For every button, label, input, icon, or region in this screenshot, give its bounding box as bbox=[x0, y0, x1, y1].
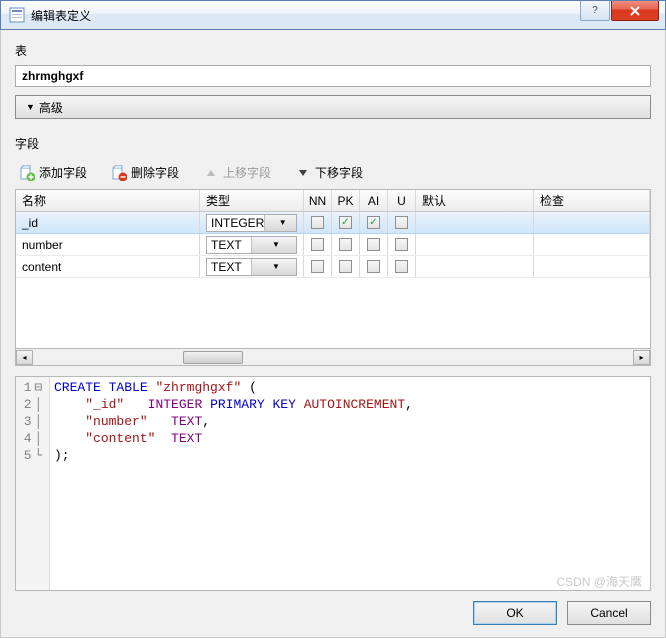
header-type[interactable]: 类型 bbox=[200, 190, 304, 211]
ok-button[interactable]: OK bbox=[473, 601, 557, 625]
table-name-input[interactable] bbox=[15, 65, 651, 87]
checkbox[interactable] bbox=[395, 260, 408, 273]
add-icon bbox=[19, 165, 35, 181]
scroll-left-arrow[interactable]: ◂ bbox=[16, 350, 33, 365]
add-field-button[interactable]: 添加字段 bbox=[19, 164, 87, 181]
fields-section-label: 字段 bbox=[15, 135, 651, 152]
table-row[interactable]: contentTEXT▼ bbox=[16, 256, 650, 278]
delete-icon bbox=[111, 165, 127, 181]
app-icon bbox=[9, 7, 25, 23]
sql-preview: 12345 ⊟│││└ CREATE TABLE "zhrmghgxf" ( "… bbox=[15, 376, 651, 591]
fields-section: 字段 添加字段 删除字段 上移字段 下移字段 名称 类型 bbox=[15, 135, 651, 591]
header-ai[interactable]: AI bbox=[360, 190, 388, 211]
checkbox[interactable]: ✓ bbox=[339, 216, 352, 229]
chevron-down-icon: ▼ bbox=[251, 259, 296, 275]
close-button[interactable] bbox=[611, 1, 659, 21]
cancel-button[interactable]: Cancel bbox=[567, 601, 651, 625]
scroll-right-arrow[interactable]: ▸ bbox=[633, 350, 650, 365]
up-icon bbox=[203, 165, 219, 181]
advanced-button[interactable]: ▼高级 bbox=[15, 95, 651, 119]
table-row[interactable]: _idINTEGER▼✓✓ bbox=[16, 212, 650, 234]
checkbox[interactable] bbox=[339, 238, 352, 251]
chevron-down-icon: ▼ bbox=[26, 102, 35, 112]
move-up-button[interactable]: 上移字段 bbox=[203, 164, 271, 181]
sql-gutter: 12345 ⊟│││└ bbox=[16, 377, 50, 590]
checkbox[interactable] bbox=[311, 260, 324, 273]
checkbox[interactable] bbox=[367, 260, 380, 273]
help-button[interactable]: ? bbox=[580, 1, 610, 21]
checkbox[interactable] bbox=[395, 238, 408, 251]
scrollbar-track[interactable] bbox=[33, 350, 633, 365]
header-check[interactable]: 检查 bbox=[534, 190, 650, 211]
table-row[interactable]: numberTEXT▼ bbox=[16, 234, 650, 256]
scrollbar-thumb[interactable] bbox=[183, 351, 243, 364]
down-icon bbox=[295, 165, 311, 181]
dialog-button-bar: OK Cancel bbox=[15, 601, 651, 625]
chevron-down-icon: ▼ bbox=[264, 215, 296, 231]
fields-toolbar: 添加字段 删除字段 上移字段 下移字段 bbox=[15, 158, 651, 189]
header-default[interactable]: 默认 bbox=[416, 190, 534, 211]
delete-field-button[interactable]: 删除字段 bbox=[111, 164, 179, 181]
header-pk[interactable]: PK bbox=[332, 190, 360, 211]
checkbox[interactable] bbox=[311, 216, 324, 229]
window-controls: ? bbox=[580, 1, 665, 21]
header-u[interactable]: U bbox=[388, 190, 416, 211]
header-nn[interactable]: NN bbox=[304, 190, 332, 211]
checkbox[interactable] bbox=[395, 216, 408, 229]
header-name[interactable]: 名称 bbox=[16, 190, 200, 211]
close-icon bbox=[629, 6, 641, 16]
grid-body: _idINTEGER▼✓✓numberTEXT▼contentTEXT▼ bbox=[16, 212, 650, 348]
fields-grid: 名称 类型 NN PK AI U 默认 检查 _idINTEGER▼✓✓numb… bbox=[15, 189, 651, 349]
horizontal-scrollbar[interactable]: ◂ ▸ bbox=[15, 349, 651, 366]
checkbox[interactable] bbox=[367, 238, 380, 251]
type-dropdown[interactable]: INTEGER▼ bbox=[206, 214, 297, 232]
grid-header: 名称 类型 NN PK AI U 默认 检查 bbox=[16, 190, 650, 212]
chevron-down-icon: ▼ bbox=[251, 237, 296, 253]
sql-code[interactable]: CREATE TABLE "zhrmghgxf" ( "_id" INTEGER… bbox=[50, 377, 650, 590]
checkbox[interactable] bbox=[311, 238, 324, 251]
type-dropdown[interactable]: TEXT▼ bbox=[206, 236, 297, 254]
table-section-label: 表 bbox=[15, 42, 651, 59]
checkbox[interactable] bbox=[339, 260, 352, 273]
titlebar: 编辑表定义 ? bbox=[0, 0, 666, 30]
checkbox[interactable]: ✓ bbox=[367, 216, 380, 229]
window-title: 编辑表定义 bbox=[31, 7, 95, 24]
move-down-button[interactable]: 下移字段 bbox=[295, 164, 363, 181]
dialog-body: 表 ▼高级 字段 添加字段 删除字段 上移字段 下移字段 名称 bbox=[0, 30, 666, 638]
type-dropdown[interactable]: TEXT▼ bbox=[206, 258, 297, 276]
